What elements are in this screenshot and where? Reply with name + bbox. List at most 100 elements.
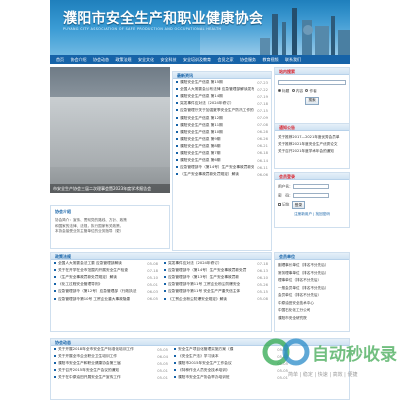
news-item-text[interactable]: （生产安全事故罚款处罚规定）解读	[176, 172, 254, 177]
nav-about[interactable]: 协会介绍	[71, 57, 87, 63]
activity-item-title[interactable]: 濮阳市2015年安全生产工作会议	[178, 361, 232, 365]
activity-item-title[interactable]: 濮阳市安全生产和职业健康协会第三届	[58, 361, 121, 365]
news-item-text[interactable]: 濮阳安全生产信息 第8期	[176, 144, 254, 149]
nav-services[interactable]: 协会服务	[240, 57, 256, 63]
news-item-title[interactable]: 濮阳安全生产信息 第11期	[180, 123, 223, 127]
notice-item[interactable]: 关于推荐2017—2021年度优秀会员单	[278, 134, 346, 141]
radio-content[interactable]	[291, 89, 295, 92]
news-item-text[interactable]: 濮阳安全生产信息 第11期	[176, 123, 254, 128]
news-item[interactable]: 濮阳安全生产信息 第6期 06-14	[173, 157, 271, 164]
activity-item-title[interactable]: 濮阳市安全生产协会举办培训班	[178, 375, 230, 379]
activity-item-text[interactable]: 关于在中原油田开展安全生产宣传工作	[54, 375, 154, 380]
news-item-title[interactable]: 濮阳安全生产信息 第14期	[180, 94, 223, 98]
activity-item[interactable]: 濮阳市安全生产和职业健康协会第三届 05-05	[51, 360, 171, 367]
nav-dynamics[interactable]: 协会动态	[93, 57, 109, 63]
policy-item[interactable]: 应急管理部令（第12号）应急管理部（行政执法 06-03	[51, 288, 161, 295]
activity-item-text[interactable]: 关于召开2015年安全生产会议的通知	[54, 368, 154, 373]
activity-item-title[interactable]: 关于开展2018年全市安全生产标准化培训工作	[58, 347, 134, 351]
activity-item[interactable]: 关于在中原油田开展安全生产宣传工作 05-01	[51, 374, 171, 381]
feature-photo[interactable]: 市安全生产协会三届二次理事会暨2023年度学术报告会	[50, 67, 170, 193]
activity-item[interactable]: 关于开展2018年全市安全生产标准化培训工作 05-05	[51, 346, 171, 353]
news-item[interactable]: 濮阳安全生产信息 第15期 07-23	[173, 79, 271, 86]
news-item[interactable]: 濮阳安全生产信息 第10期 06-28	[173, 129, 271, 136]
policy-item-title[interactable]: 突发事件应对法（2024年修订）	[168, 261, 222, 265]
news-item-title[interactable]: 濮阳安全生产信息 第9期	[180, 137, 220, 141]
member-unit-item[interactable]: 中原油田安全技术中心	[278, 300, 346, 308]
policy-item[interactable]: 关于在开学在全市范围内开展安全生产检查 07-18	[51, 267, 161, 274]
username-input[interactable]	[292, 184, 329, 189]
search-button[interactable]: 搜索	[305, 96, 319, 105]
news-item-text[interactable]: 濮阳安全生产信息 第14期	[176, 94, 254, 99]
member-unit-item[interactable]: 理事单位（排名不分先后）	[278, 277, 346, 285]
news-item-text[interactable]: 应急管理厅关于加强夏季安全生产防汛工作的通知	[176, 108, 254, 113]
news-item[interactable]: 濮阳安全生产信息 第14期 07-19	[173, 93, 271, 100]
policy-item-title[interactable]: 应急管理部令（第12号）应急管理部（行政执法	[58, 289, 136, 293]
news-item-title[interactable]: 应急管理部令（第14号）生产安全事故罚款处罚规定	[180, 165, 254, 169]
policy-item-title[interactable]: 应急管理部令（第14号）生产安全事故罚款处罚	[168, 268, 246, 272]
policy-item[interactable]: 应急管理部令（第14号）生产安全事故罚款处罚 06-13	[161, 267, 271, 274]
news-item[interactable]: 应急管理厅关于加强夏季安全生产防汛工作的通知 07-15	[173, 107, 271, 114]
policy-item-title[interactable]: 《化工过程安全管理导则》	[58, 282, 102, 286]
nav-technology[interactable]: 安全科技	[161, 57, 177, 63]
news-item-text[interactable]: 濮阳安全生产信息 第6期	[176, 158, 254, 163]
policy-item[interactable]: （生产安全事故罚款处罚规定）解读 05-10	[51, 274, 161, 281]
search-input[interactable]	[278, 79, 346, 85]
news-item-title[interactable]: 应急管理厅关于加强夏季安全生产防汛工作的通知	[180, 108, 254, 112]
news-item-text[interactable]: 濮阳安全生产信息 第7期	[176, 151, 254, 156]
activity-item-title[interactable]: 安全生产项目化管理实施方案（濮	[178, 347, 233, 351]
feature-caption[interactable]: 市安全生产协会三届二次理事会暨2023年度学术报告会	[50, 184, 170, 193]
news-item-title[interactable]: 全国人大常委会公布法律 应急管理部解读发布	[180, 87, 254, 91]
policy-item-text[interactable]: 突发事件应对法（2024年修订）	[164, 261, 254, 266]
policy-item-text[interactable]: 关于在开学在全市范围内开展安全生产检查	[54, 268, 144, 273]
member-unit-item[interactable]: 会员单位（排名不分先后）	[278, 292, 346, 300]
notice-item[interactable]: 关于推荐2021年度安全生产优秀论文	[278, 141, 346, 148]
policy-item-text[interactable]: 《工贸企业粉尘防爆安全规定》解读	[164, 297, 254, 302]
policy-item-text[interactable]: 应急管理部令（第12号）应急管理部（行政执法	[54, 289, 144, 294]
news-item[interactable]: 濮阳安全生产信息 第11期 07-08	[173, 122, 271, 129]
activity-item-title[interactable]: 关于在中原油田开展安全生产宣传工作	[58, 375, 121, 379]
member-unit-item[interactable]: 副理事长单位（排名不分先后）	[278, 262, 346, 270]
news-item[interactable]: 濮阳安全生产信息 第9期 06-26	[173, 136, 271, 143]
policy-item-title[interactable]: 《工贸企业粉尘防爆安全规定》解读	[168, 297, 227, 301]
policy-item-text[interactable]: （生产安全事故罚款处罚规定）解读	[54, 275, 144, 280]
nav-contact[interactable]: 联系我们	[285, 57, 301, 63]
activity-item[interactable]: 关于开展全市企业职业卫生培训工作 06-04	[51, 353, 171, 360]
policy-item-text[interactable]: 应急管理部令（第13号）生产安全事故罚款	[164, 275, 254, 280]
policy-item[interactable]: 应急管理部令（第13号）生产安全事故罚款 06-10	[161, 274, 271, 281]
policy-item-text[interactable]: 《化工过程安全管理导则》	[54, 282, 144, 287]
activity-item-text[interactable]: 关于开展全市企业职业卫生培训工作	[54, 354, 154, 359]
news-item[interactable]: 应急管理部令（第14号）生产安全事故罚款处罚规定06-11	[173, 164, 271, 171]
news-item-title[interactable]: 濮阳安全生产信息 第8期	[180, 144, 220, 148]
nav-culture[interactable]: 安全文化	[138, 57, 154, 63]
policy-item-title[interactable]: 应急管理部令第11号 安全生产严重失信主体	[168, 289, 240, 293]
nav-home[interactable]: 首页	[56, 57, 64, 63]
activity-item-title[interactable]: 《特种作业人员安全技术培训》	[178, 368, 230, 372]
policy-item-title[interactable]: 应急管理部令（第13号）生产安全事故罚款	[168, 275, 239, 279]
policy-item-title[interactable]: 全国人大常委会法工委 应急管理部解读	[58, 261, 122, 265]
news-item-title[interactable]: 濮阳安全生产信息 第12期	[180, 116, 223, 120]
policy-item-text[interactable]: 应急管理部令第11号 安全生产严重失信主体	[164, 289, 254, 294]
news-item-title[interactable]: 濮阳安全生产信息 第15期	[180, 80, 223, 84]
remember-checkbox[interactable]	[278, 203, 281, 206]
news-item-text[interactable]: 全国人大常委会公布法律 应急管理部解读发布	[176, 87, 254, 92]
news-item-text[interactable]: 濮阳安全生产信息 第10期	[176, 130, 254, 135]
activity-item-text[interactable]: 濮阳市安全生产和职业健康协会第三届	[54, 361, 154, 366]
news-item-text[interactable]: 濮阳安全生产信息 第12期	[176, 116, 254, 121]
policy-item[interactable]: 《工贸企业粉尘防爆安全规定》解读 05-08	[161, 295, 271, 302]
news-item[interactable]: 濮阳安全生产信息 第8期 06-21	[173, 143, 271, 150]
nav-policy[interactable]: 政策法规	[116, 57, 132, 63]
activity-item-text[interactable]: 关于开展2018年全市安全生产标准化培训工作	[54, 347, 154, 352]
news-item-text[interactable]: 濮阳安全生产信息 第15期	[176, 80, 254, 85]
activity-item-title[interactable]: 关于开展全市企业职业卫生培训工作	[58, 354, 117, 358]
nav-videos[interactable]: 教育视频	[263, 57, 279, 63]
policy-item[interactable]: 全国人大常委会法工委 应急管理部解读 05-08	[51, 260, 161, 267]
news-item-title[interactable]: 突发事件应对法（2024年修订）	[180, 101, 234, 105]
news-item-text[interactable]: 应急管理部令（第14号）生产安全事故罚款处罚规定	[176, 165, 254, 170]
activity-item-title[interactable]: 《安全生产法》学习读本	[178, 354, 219, 358]
member-unit-item[interactable]: 中国石化化工分公司	[278, 307, 346, 315]
member-unit-item[interactable]: 濮阳市安全研究院	[278, 315, 346, 323]
news-item-text[interactable]: 突发事件应对法（2024年修订）	[176, 101, 254, 106]
radio-title[interactable]	[278, 89, 281, 92]
news-item[interactable]: 濮阳安全生产信息 第7期 06-18	[173, 150, 271, 157]
policy-item[interactable]: 《化工过程安全管理导则》 05-01	[51, 281, 161, 288]
